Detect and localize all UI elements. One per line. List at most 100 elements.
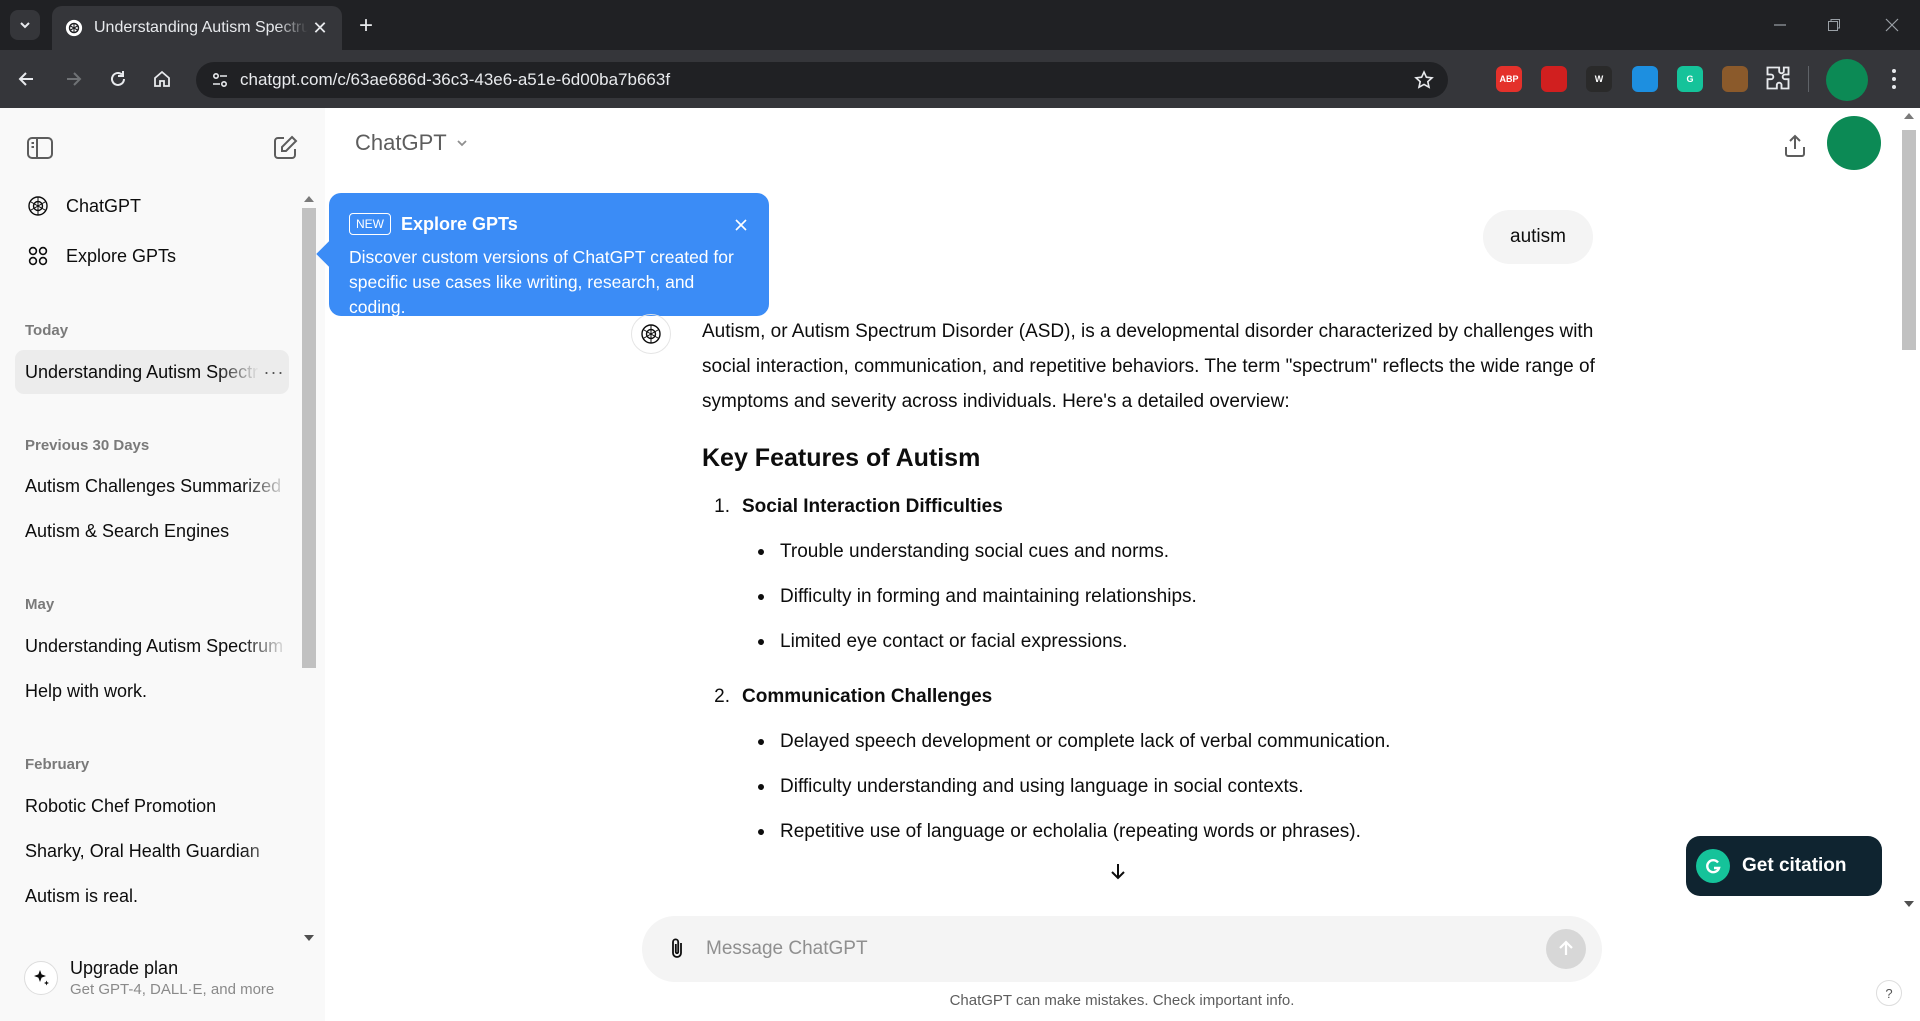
chevron-down-icon	[457, 140, 467, 147]
grammarly-logo-icon	[1696, 849, 1730, 883]
brown-extension-icon[interactable]	[1722, 66, 1748, 92]
sidebar-nav-label: ChatGPT	[66, 195, 142, 216]
browser-tab[interactable]: Understanding Autism Spectrum Disorder ✕	[52, 6, 342, 50]
close-sidebar-button[interactable]	[22, 130, 58, 166]
new-chat-button[interactable]	[267, 130, 303, 166]
reload-button[interactable]	[103, 64, 133, 94]
chat-main: ChatGPT NEW Explore GPTs Discover custom…	[325, 108, 1920, 1021]
get-citation-label: Get citation	[1742, 855, 1847, 876]
bullet-dot	[758, 594, 764, 600]
chat-history-item[interactable]: Autism & Search Engines	[15, 509, 289, 553]
chat-history-item[interactable]: Understanding Autism Spectrum	[15, 624, 289, 668]
sidebar-scrollbar[interactable]	[300, 196, 318, 941]
answer-intro: Autism, or Autism Spectrum Disorder (ASD…	[702, 321, 1595, 412]
forward-button[interactable]	[58, 64, 88, 94]
chat-history-item-active[interactable]: Understanding Autism Spectrum Disorder ·…	[15, 350, 289, 394]
sidebar-nav-chatgpt[interactable]: ChatGPT	[16, 184, 296, 228]
model-selector[interactable]: ChatGPT	[355, 130, 469, 156]
arrow-right-icon	[67, 72, 82, 86]
answer-bullet: Trouble understanding social cues and no…	[754, 534, 1602, 569]
grammarly-extension-icon[interactable]: G	[1677, 66, 1703, 92]
scrollbar-thumb[interactable]	[302, 208, 316, 668]
new-badge: NEW	[349, 213, 391, 235]
message-input[interactable]	[706, 938, 1546, 960]
chat-history-label: Help with work.	[25, 680, 148, 701]
arrow-down-icon	[1111, 864, 1125, 880]
home-button[interactable]	[147, 64, 177, 94]
get-citation-button[interactable]: Get citation	[1686, 836, 1882, 896]
close-icon	[1885, 18, 1899, 32]
attach-file-button[interactable]	[662, 934, 692, 964]
chevron-down-icon	[20, 22, 30, 29]
chat-history-item[interactable]: Autism Challenges Summarized	[15, 464, 289, 508]
toolbar-divider	[1808, 66, 1809, 92]
back-button[interactable]	[12, 64, 42, 94]
answer-bullet: Difficulty in forming and maintaining re…	[754, 579, 1602, 614]
url-text[interactable]: chatgpt.com/c/63ae686d-36c3-43e6-a51e-6d…	[240, 70, 1406, 90]
scroll-down-arrow-icon[interactable]	[1904, 901, 1914, 907]
bookmark-star-icon[interactable]	[1406, 62, 1442, 98]
popup-close-button[interactable]	[731, 215, 751, 235]
chat-history-label: Sharky, Oral Health Guardian	[25, 840, 260, 861]
extensions-puzzle-icon[interactable]	[1764, 64, 1792, 92]
main-scrollbar[interactable]	[1898, 108, 1920, 913]
answer-section: 1. Social Interaction Difficulties	[702, 489, 1602, 524]
assistant-avatar	[631, 314, 671, 354]
chat-history-item[interactable]: Help with work.	[15, 669, 289, 713]
paperclip-icon	[672, 938, 682, 958]
bullet-text: Repetitive use of language or echolalia …	[780, 821, 1361, 842]
scroll-down-arrow-icon[interactable]	[304, 935, 314, 941]
scroll-up-arrow-icon[interactable]	[304, 196, 314, 202]
sparkle-icon	[24, 961, 58, 995]
chat-history-item[interactable]: Robotic Chef Promotion	[15, 784, 289, 828]
sidebar: ChatGPT Explore GPTs Today Understanding…	[0, 108, 325, 1021]
address-bar[interactable]: chatgpt.com/c/63ae686d-36c3-43e6-a51e-6d…	[196, 62, 1448, 98]
sidebar-nav-label: Explore GPTs	[66, 245, 177, 266]
openai-logo-icon	[26, 194, 50, 218]
chat-history-label: Autism & Search Engines	[25, 520, 230, 541]
chat-history-label: Understanding Autism Spectrum Disorder	[25, 361, 259, 382]
chat-history-item[interactable]: Sharky, Oral Health Guardian	[15, 829, 289, 873]
minimize-icon	[1774, 24, 1786, 26]
scroll-to-bottom-button[interactable]	[1105, 858, 1131, 884]
new-tab-button[interactable]: +	[352, 12, 380, 40]
chat-options-icon[interactable]: ···	[259, 362, 289, 383]
adblock-plus-icon[interactable]: ABP	[1496, 66, 1522, 92]
arrow-up-icon	[1559, 940, 1573, 955]
user-avatar[interactable]	[1827, 116, 1881, 170]
reload-icon	[111, 71, 125, 86]
w-extension-icon[interactable]: W	[1586, 66, 1612, 92]
user-message-bubble: autism	[1483, 210, 1593, 264]
explore-gpts-popup: NEW Explore GPTs Discover custom version…	[329, 193, 769, 317]
close-window-button[interactable]	[1864, 0, 1920, 50]
edit-icon	[274, 135, 298, 159]
chat-history-item[interactable]: Autism is real.	[15, 874, 289, 918]
answer-bullet: Delayed speech development or complete l…	[754, 724, 1602, 759]
upgrade-plan-subtitle: Get GPT-4, DALL·E, and more	[70, 981, 275, 998]
restore-button[interactable]	[1806, 0, 1862, 50]
scroll-up-arrow-icon[interactable]	[1904, 113, 1914, 119]
disclaimer-text: ChatGPT can make mistakes. Check importa…	[949, 992, 1295, 1009]
site-info-icon[interactable]	[202, 62, 238, 98]
answer-bullet: Repetitive use of language or echolalia …	[754, 814, 1602, 849]
blue-extension-icon[interactable]	[1632, 66, 1658, 92]
share-button[interactable]	[1777, 128, 1813, 164]
stop-hand-extension-icon[interactable]	[1541, 66, 1567, 92]
send-button[interactable]	[1546, 929, 1586, 969]
scrollbar-thumb[interactable]	[1902, 130, 1916, 350]
browser-profile-avatar[interactable]	[1826, 59, 1868, 101]
sidebar-nav-explore-gpts[interactable]: Explore GPTs	[16, 234, 296, 278]
section-number: 1.	[714, 496, 730, 517]
answer-bullet: Difficulty understanding and using langu…	[754, 769, 1602, 804]
upgrade-plan-button[interactable]: Upgrade plan Get GPT-4, DALL·E, and more	[14, 948, 304, 1008]
chat-history-label: Robotic Chef Promotion	[25, 795, 217, 816]
browser-menu-icon[interactable]	[1884, 66, 1904, 92]
bullet-text: Trouble understanding social cues and no…	[780, 541, 1170, 562]
tab-search-button[interactable]	[10, 10, 40, 40]
arrow-left-icon	[18, 72, 33, 86]
minimize-button[interactable]	[1752, 0, 1808, 50]
help-button[interactable]: ?	[1876, 980, 1902, 1006]
browser-toolbar: chatgpt.com/c/63ae686d-36c3-43e6-a51e-6d…	[0, 50, 1920, 108]
tab-close-icon[interactable]: ✕	[308, 16, 332, 40]
section-title: Communication Challenges	[742, 686, 993, 707]
